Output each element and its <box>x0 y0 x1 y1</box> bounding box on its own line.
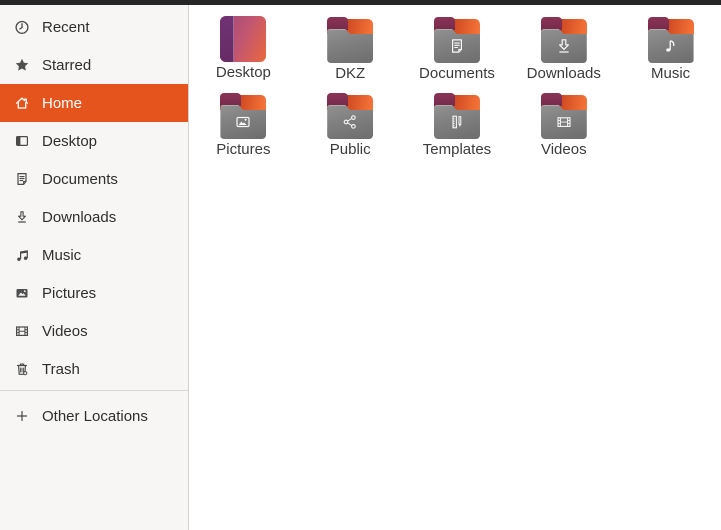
file-item-label: Desktop <box>215 64 271 81</box>
folder-icon <box>326 93 374 139</box>
sidebar-item-label: Desktop <box>42 132 98 150</box>
folder-icon <box>219 93 267 139</box>
file-item-label: Public <box>329 141 371 158</box>
clock-icon <box>14 19 30 35</box>
star-icon <box>14 57 30 73</box>
file-item-label: Videos <box>540 141 587 158</box>
sidebar-item-documents[interactable]: Documents <box>0 160 188 198</box>
document-emblem-icon <box>451 39 462 53</box>
file-item-documents[interactable]: Documents <box>404 10 511 86</box>
folder-icon <box>433 93 481 139</box>
sidebar-separator <box>0 390 188 391</box>
download-icon <box>14 209 30 225</box>
file-item-label: Documents <box>419 65 495 82</box>
sidebar-item-label: Videos <box>42 322 88 340</box>
user-desktop-icon <box>220 16 267 62</box>
film-emblem-icon <box>557 117 571 127</box>
sidebar-item-label: Starred <box>42 56 92 74</box>
image-icon <box>14 285 30 301</box>
files-window: Recent Starred Home Desktop Documents Do… <box>0 5 721 530</box>
sidebar-item-desktop[interactable]: Desktop <box>0 122 188 160</box>
file-item-label: Downloads <box>526 65 601 82</box>
sidebar-item-pictures[interactable]: Pictures <box>0 274 188 312</box>
plus-icon <box>14 408 30 424</box>
sidebar-item-label: Downloads <box>42 208 117 226</box>
music-note-emblem-icon <box>665 40 674 52</box>
file-item-downloads[interactable]: Downloads <box>510 10 617 86</box>
film-icon <box>14 323 30 339</box>
download-arrow-emblem-icon <box>558 39 569 53</box>
sidebar-item-recent[interactable]: Recent <box>0 8 188 46</box>
files-view[interactable]: Desktop DKZ Documents Downloads Music Pi… <box>189 5 721 530</box>
home-icon <box>14 95 30 111</box>
file-item-label: Pictures <box>216 141 271 158</box>
file-item-videos[interactable]: Videos <box>510 86 617 162</box>
window-icon <box>14 133 30 149</box>
sidebar-item-downloads[interactable]: Downloads <box>0 198 188 236</box>
sidebar-item-label: Home <box>42 94 83 112</box>
file-item-dkz[interactable]: DKZ <box>297 10 404 86</box>
sidebar-item-videos[interactable]: Videos <box>0 312 188 350</box>
folder-icon <box>540 93 588 139</box>
sidebar-item-trash[interactable]: Trash <box>0 350 188 388</box>
file-item-label: DKZ <box>335 65 366 82</box>
folder-icon <box>540 17 588 63</box>
icon-grid: Desktop DKZ Documents Downloads Music Pi… <box>190 10 721 162</box>
sidebar-item-music[interactable]: Music <box>0 236 188 274</box>
sidebar-item-label: Other Locations <box>42 407 148 425</box>
file-item-public[interactable]: Public <box>297 86 404 162</box>
file-item-pictures[interactable]: Pictures <box>190 86 297 162</box>
sidebar-item-label: Documents <box>42 170 118 188</box>
sidebar-item-label: Pictures <box>42 284 97 302</box>
trash-icon <box>14 361 30 377</box>
file-item-music[interactable]: Music <box>617 10 721 86</box>
music-note-icon <box>14 247 30 263</box>
folder-icon <box>647 17 695 63</box>
sidebar-item-starred[interactable]: Starred <box>0 46 188 84</box>
file-item-templates[interactable]: Templates <box>404 86 511 162</box>
sidebar-item-other-locations[interactable]: Other Locations <box>0 397 188 435</box>
ruler-pencil-emblem-icon <box>452 115 462 129</box>
document-icon <box>14 171 30 187</box>
share-emblem-icon <box>343 115 356 129</box>
sidebar-item-label: Recent <box>42 18 90 36</box>
sidebar-item-label: Music <box>42 246 82 264</box>
file-item-label: Templates <box>422 141 492 158</box>
file-item-desktop[interactable]: Desktop <box>190 10 297 86</box>
sidebar-item-home[interactable]: Home <box>0 84 188 122</box>
folder-icon <box>326 17 374 63</box>
sidebar-item-label: Trash <box>42 360 80 378</box>
photo-emblem-icon <box>236 116 250 128</box>
file-item-label: Music <box>651 65 691 82</box>
places-sidebar: Recent Starred Home Desktop Documents Do… <box>0 5 189 530</box>
folder-icon <box>433 17 481 63</box>
